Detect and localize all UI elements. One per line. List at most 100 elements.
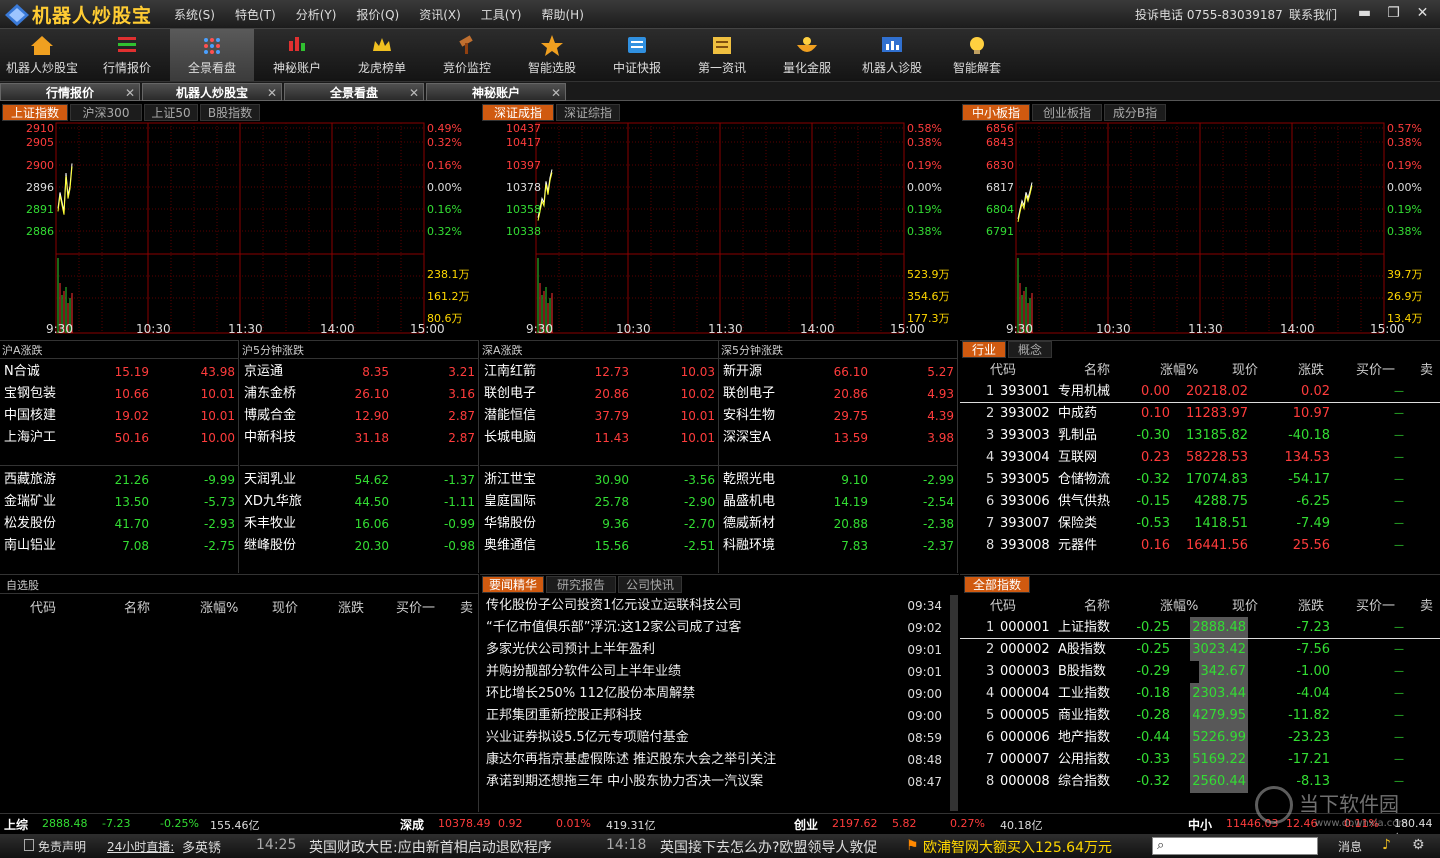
rank-row[interactable]: 宝钢包装 10.66 10.01 [0, 383, 239, 405]
toolbar-button-coin-bowl[interactable]: 量化金服 [765, 29, 849, 81]
menu-item[interactable]: 分析(Y) [296, 6, 337, 23]
close-icon[interactable]: ✕ [1408, 0, 1437, 27]
table-row[interactable]: 1 000001 上证指数 -0.25 2888.48 -7.23 — [960, 617, 1440, 639]
menu-item[interactable]: 报价(Q) [356, 6, 399, 23]
rank-row[interactable]: 乾照光电 9.10 -2.99 [719, 469, 958, 491]
rank-row[interactable]: 联创电子 20.86 4.93 [719, 383, 958, 405]
rank-row[interactable]: 西藏旅游 21.26 -9.99 [0, 469, 239, 491]
news-tab[interactable]: 公司快讯 [618, 576, 682, 593]
rank-row[interactable]: 奥维通信 15.56 -2.51 [480, 535, 719, 557]
toolbar-button-house[interactable]: 机器人炒股宝 [0, 29, 84, 81]
doc-tab-robot[interactable]: 机器人炒股宝 ✕ [142, 83, 282, 101]
toolbar-button-crown[interactable]: 龙虎榜单 [340, 29, 424, 81]
rank-row[interactable]: 联创电子 20.86 10.02 [480, 383, 719, 405]
menu-item[interactable]: 资讯(X) [419, 6, 461, 23]
column-header[interactable]: 卖 [1420, 595, 1433, 614]
disclaimer-link[interactable]: 免责声明 [38, 838, 86, 855]
rank-row[interactable]: 博威合金 12.90 2.87 [240, 405, 479, 427]
table-row[interactable]: 2 393002 中成药 0.10 11283.97 10.97 — [960, 403, 1440, 425]
doc-tab-quotes[interactable]: 行情报价 ✕ [0, 83, 140, 101]
toolbar-button-book[interactable]: 中证快报 [595, 29, 679, 81]
toolbar-button-candlestick[interactable]: 神秘账户 [255, 29, 339, 81]
minimize-icon[interactable]: ▬ [1350, 0, 1379, 27]
news-item[interactable]: “千亿市值俱乐部”浮沉:这12家公司成了过客 09:02 [480, 617, 950, 639]
column-header[interactable]: 代码 [30, 597, 56, 616]
table-row[interactable]: 6 393006 供气供热 -0.15 4288.75 -6.25 — [960, 491, 1440, 513]
rank-row[interactable]: 金瑞矿业 13.50 -5.73 [0, 491, 239, 513]
status-index-name[interactable]: 创业 [794, 816, 818, 833]
tab-all-indices[interactable]: 全部指数 [964, 576, 1030, 593]
rank-row[interactable]: 晶盛机电 14.19 -2.54 [719, 491, 958, 513]
rank-row[interactable]: 科融环境 7.83 -2.37 [719, 535, 958, 557]
table-row[interactable]: 3 393003 乳制品 -0.30 13185.82 -40.18 — [960, 425, 1440, 447]
column-header[interactable]: 现价 [272, 597, 298, 616]
chart-tab[interactable]: 上证指数 [2, 104, 68, 121]
table-row[interactable]: 3 000003 B股指数 -0.29 342.67 -1.00 — [960, 661, 1440, 683]
chart-tab[interactable]: 上证50 [144, 104, 198, 121]
close-icon[interactable]: ✕ [551, 84, 561, 102]
table-row[interactable]: 5 000005 商业指数 -0.28 4279.95 -11.82 — [960, 705, 1440, 727]
chart-tab[interactable]: 中小板指 [962, 104, 1030, 121]
rank-row[interactable]: 中新科技 31.18 2.87 [240, 427, 479, 449]
messages-button[interactable]: 消息 [1338, 838, 1362, 855]
table-row[interactable]: 8 000008 综合指数 -0.32 2560.44 -8.13 — [960, 771, 1440, 793]
column-header[interactable]: 涨幅% [1160, 359, 1198, 378]
settings-icon[interactable]: ⚙ [1412, 837, 1425, 853]
rank-row[interactable]: 安科生物 29.75 4.39 [719, 405, 958, 427]
contact-link[interactable]: 联系我们 [1289, 6, 1337, 23]
toolbar-button-monitor-chart[interactable]: 机器人诊股 [850, 29, 934, 81]
bell-icon[interactable]: ♪ [1382, 837, 1391, 853]
news-tab[interactable]: 研究报告 [546, 576, 616, 593]
toolbar-button-newspaper[interactable]: 第一资讯 [680, 29, 764, 81]
table-row[interactable]: 4 393004 互联网 0.23 58228.53 134.53 — [960, 447, 1440, 469]
trade-alert[interactable]: 欧浦智网大额买入125.64万元 [923, 837, 1112, 857]
news-item[interactable]: 兴业证券拟设5.5亿元专项赔付基金 08:59 [480, 727, 950, 749]
table-row[interactable]: 7 000007 公用指数 -0.33 5169.22 -17.21 — [960, 749, 1440, 771]
toolbar-button-star[interactable]: 智能选股 [510, 29, 594, 81]
news-tab[interactable]: 要闻精华 [482, 576, 544, 593]
live-link[interactable]: 24小时直播: [107, 838, 174, 855]
menu-item[interactable]: 系统(S) [174, 6, 215, 23]
toolbar-button-list[interactable]: 行情报价 [85, 29, 169, 81]
table-row[interactable]: 7 393007 保险类 -0.53 1418.51 -7.49 — [960, 513, 1440, 535]
rank-row[interactable]: 浙江世宝 30.90 -3.56 [480, 469, 719, 491]
news-item[interactable]: 多家光伏公司预计上半年盈利 09:01 [480, 639, 950, 661]
chart-tab[interactable]: B股指数 [200, 104, 260, 121]
tab-concept[interactable]: 概念 [1008, 341, 1052, 358]
rank-row[interactable]: 深深宝A 13.59 3.98 [719, 427, 958, 449]
rank-row[interactable]: XD九华旅 44.50 -1.11 [240, 491, 479, 513]
column-header[interactable]: 涨跌 [338, 597, 364, 616]
close-icon[interactable]: ✕ [267, 84, 277, 102]
rank-row[interactable]: 潜能恒信 37.79 10.01 [480, 405, 719, 427]
column-header[interactable]: 名称 [1084, 359, 1110, 378]
column-header[interactable]: 卖 [1420, 359, 1433, 378]
chart-tab[interactable]: 深证综指 [556, 104, 620, 121]
news-item[interactable]: 环比增长250% 112亿股份本周解禁 09:00 [480, 683, 950, 705]
toolbar-button-lightbulb[interactable]: 智能解套 [935, 29, 1019, 81]
status-index-name[interactable]: 深成 [400, 816, 424, 833]
rank-row[interactable]: 皇庭国际 25.78 -2.90 [480, 491, 719, 513]
scrollbar[interactable] [950, 595, 958, 811]
rank-row[interactable]: 天润乳业 54.62 -1.37 [240, 469, 479, 491]
rank-row[interactable]: 德威新材 20.88 -2.38 [719, 513, 958, 535]
table-row[interactable]: 8 393008 元器件 0.16 16441.56 25.56 — [960, 535, 1440, 557]
table-row[interactable]: 4 000004 工业指数 -0.18 2303.44 -4.04 — [960, 683, 1440, 705]
rank-row[interactable]: 上海沪工 50.16 10.00 [0, 427, 239, 449]
news-item[interactable]: 康达尔再指京基虚假陈述 推迟股东大会之举引关注 08:48 [480, 749, 950, 771]
news-item[interactable]: 传化股份子公司投资1亿元设立运联科技公司 09:34 [480, 595, 950, 617]
table-row[interactable]: 2 000002 A股指数 -0.25 3023.42 -7.56 — [960, 639, 1440, 661]
tab-industry[interactable]: 行业 [962, 341, 1006, 358]
rank-row[interactable]: 浦东金桥 26.10 3.16 [240, 383, 479, 405]
search-input[interactable]: ⌕ [1152, 837, 1318, 855]
table-row[interactable]: 6 000006 地产指数 -0.44 5226.99 -23.23 — [960, 727, 1440, 749]
column-header[interactable]: 买价一 [1356, 359, 1395, 378]
rank-row[interactable]: 新开源 66.10 5.27 [719, 361, 958, 383]
rank-row[interactable]: 长城电脑 11.43 10.01 [480, 427, 719, 449]
column-header[interactable]: 涨幅% [1160, 595, 1198, 614]
rank-row[interactable]: 禾丰牧业 16.06 -0.99 [240, 513, 479, 535]
rank-row[interactable]: 华锦股份 9.36 -2.70 [480, 513, 719, 535]
ticker-headline[interactable]: 英国财政大臣:应由新首相启动退欧程序 [309, 837, 552, 857]
column-header[interactable]: 卖 [460, 597, 473, 616]
rank-row[interactable]: 南山铝业 7.08 -2.75 [0, 535, 239, 557]
rank-row[interactable]: 江南红箭 12.73 10.03 [480, 361, 719, 383]
